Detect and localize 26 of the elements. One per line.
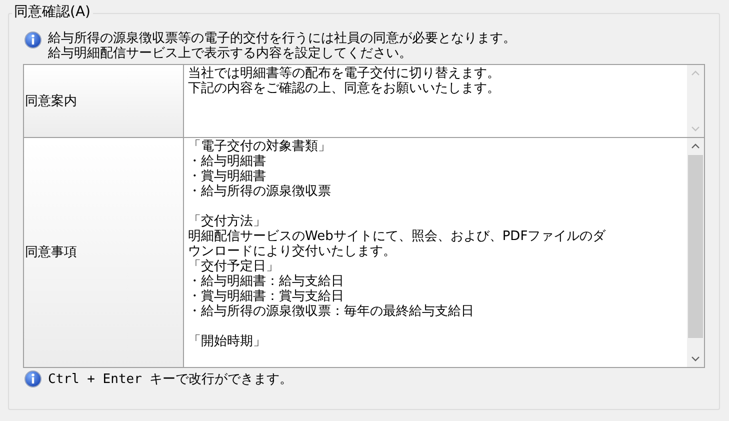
scrollbar-thumb[interactable] bbox=[688, 155, 703, 338]
text-area[interactable]: 当社では明細書等の配布を電子交付に切り替えます。 下記の内容をご確認の上、同意をお願いいたします。 bbox=[184, 65, 704, 137]
text-line: 「開始時期」 bbox=[188, 334, 267, 349]
text-line: ・給与所得の源泉徴収票 bbox=[188, 184, 332, 199]
info-icon bbox=[24, 370, 42, 388]
text-line: ・給与明細書 bbox=[188, 154, 267, 169]
text-line: 下記の内容をご確認の上、同意をお願いいたします。 bbox=[188, 81, 501, 96]
label-text: 同意案内 bbox=[25, 94, 77, 108]
text-line: ・給与明細書：給与支給日 bbox=[188, 274, 345, 289]
text-area[interactable]: 「電子交付の対象書類」 ・給与明細書 ・賞与明細書 ・給与所得の源泉徴収票 「交付方法」 明細配信サービスのWebサイトにて、照会、および、PDFファイルのダ ウンロードにより交付いたします。 「交付予定日」 ・給与明細書：給与支給日 ・賞与明細書：賞与支給日 ・給与所得の源泉徴収票：毎年の最終給与支給日 「開始時期」 bbox=[184, 138, 704, 367]
hint-text: Ctrl + Enter キーで改行ができます。 bbox=[48, 372, 293, 386]
scrollbar[interactable] bbox=[687, 138, 704, 367]
label-text: 同意事項 bbox=[25, 245, 77, 260]
text-line: ・賞与明細書：賞与支給日 bbox=[188, 289, 345, 304]
text-line: 「電子交付の対象書類」 bbox=[188, 139, 332, 154]
group-title: 同意確認(A) bbox=[12, 4, 93, 21]
text-line: 「交付予定日」 bbox=[188, 259, 280, 274]
info-icon bbox=[24, 31, 42, 49]
info-text: 給与明細配信サービス上で表示する内容を設定してください。 bbox=[48, 46, 413, 61]
text-line: 「交付方法」 bbox=[188, 214, 267, 229]
info-text: 給与所得の源泉徴収票等の電子的交付を行うには社員の同意が必要となります。 bbox=[48, 31, 516, 46]
text-line: 明細配信サービスのWebサイトにて、照会、および、PDFファイルのダ bbox=[188, 229, 607, 244]
text-line: ・賞与明細書 bbox=[188, 169, 267, 184]
text-line: ・給与所得の源泉徴収票：毎年の最終給与支給日 bbox=[188, 304, 475, 319]
text-line: ウンロードにより交付いたします。 bbox=[188, 244, 397, 259]
text-line: 当社では明細書等の配布を電子交付に切り替えます。 bbox=[188, 66, 501, 81]
